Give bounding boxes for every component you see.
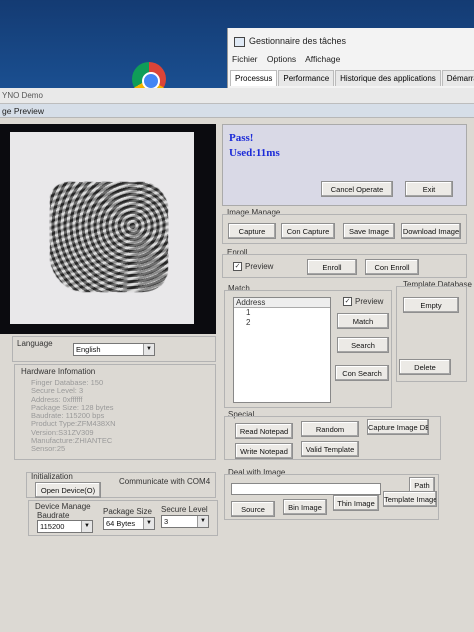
enroll-preview-label: Preview	[245, 262, 274, 271]
baudrate-value: 115200	[40, 522, 65, 531]
chevron-down-icon[interactable]: ▼	[143, 518, 154, 529]
address-item-1[interactable]: 1	[234, 308, 330, 318]
image-path-input[interactable]	[231, 483, 381, 495]
open-device-button[interactable]: Open Device(O)	[35, 482, 101, 498]
tab-performance[interactable]: Performance	[278, 70, 335, 86]
hardware-info-list: Finger Database: 150 Secure Level: 3 Add…	[31, 378, 115, 454]
tab-processus[interactable]: Processus	[230, 70, 278, 86]
chevron-down-icon[interactable]: ▼	[81, 521, 92, 532]
secure-level-label: Secure Level	[161, 505, 208, 514]
device-manage-label: Device Manage	[35, 502, 91, 511]
task-manager-title-text: Gestionnaire des tâches	[249, 36, 347, 46]
window-title: YNO Demo	[0, 88, 474, 104]
task-manager-tabs: Processus Performance Historique des app…	[230, 70, 474, 86]
menu-affichage[interactable]: Affichage	[305, 54, 340, 64]
language-select[interactable]: English ▼	[73, 343, 155, 356]
special-group: Read Notepad Random Capture Image DB Wri…	[224, 416, 441, 460]
hw-sensor: Sensor:25	[31, 444, 66, 454]
delete-button[interactable]: Delete	[399, 359, 451, 375]
baudrate-label: Baudrate	[37, 511, 70, 520]
download-image-button[interactable]: Download Image	[401, 223, 461, 239]
bin-image-button[interactable]: Bin Image	[283, 499, 327, 515]
status-time: Used:11ms	[229, 147, 280, 159]
checkbox-checked-icon[interactable]: ✓	[343, 297, 352, 307]
secure-level-value: 3	[164, 517, 169, 526]
capture-image-db-button[interactable]: Capture Image DB	[367, 419, 429, 435]
thin-image-button[interactable]: Thin Image	[333, 495, 379, 511]
task-manager-title: Gestionnaire des tâches	[234, 36, 346, 47]
communicate-status: Communicate with COM4	[119, 477, 211, 486]
secure-level-select[interactable]: 3 ▼	[161, 515, 209, 528]
status-pass: Pass!	[229, 132, 254, 144]
menu-fichier[interactable]: Fichier	[232, 54, 258, 64]
capture-button[interactable]: Capture	[228, 223, 276, 239]
enroll-group: ✓ Preview Enroll Con Enroll	[222, 254, 467, 278]
template-image-button[interactable]: Template Image	[383, 491, 437, 507]
chevron-down-icon[interactable]: ▼	[143, 344, 154, 355]
image-manage-group: Capture Con Capture Save Image Download …	[222, 214, 467, 244]
random-button[interactable]: Random	[301, 421, 359, 437]
tab-demarrage[interactable]: Démarrage	[441, 70, 474, 86]
search-button[interactable]: Search	[337, 337, 389, 353]
match-group: Address 1 2 ✓ Preview Match Search Con Se…	[224, 290, 392, 408]
con-enroll-button[interactable]: Con Enroll	[365, 259, 419, 275]
fingerprint-image	[10, 132, 194, 324]
package-size-value: 64 Bytes	[106, 519, 136, 528]
match-button[interactable]: Match	[337, 313, 389, 329]
read-notepad-button[interactable]: Read Notepad	[235, 423, 293, 439]
language-group: Language English ▼	[12, 336, 216, 362]
status-panel: Pass! Used:11ms Cancel Operate Exit	[222, 124, 467, 206]
package-size-select[interactable]: 64 Bytes ▼	[103, 517, 155, 530]
fingerprint-ridge-overlay	[50, 182, 168, 292]
fingerprint-demo-window: YNO Demo ge Preview Pass! Used:11ms Canc…	[0, 88, 474, 632]
chevron-down-icon[interactable]: ▼	[197, 516, 208, 527]
con-search-button[interactable]: Con Search	[335, 365, 389, 381]
deal-image-group: Path Source Bin Image Thin Image Templat…	[224, 474, 439, 520]
menu-options[interactable]: Options	[267, 54, 296, 64]
task-manager-icon	[234, 36, 245, 47]
template-db-group: Empty Delete	[396, 286, 467, 382]
con-capture-button[interactable]: Con Capture	[281, 223, 335, 239]
device-manage-group: Device Manage Baudrate 115200 ▼ Package …	[28, 500, 218, 536]
baudrate-select[interactable]: 115200 ▼	[37, 520, 93, 533]
match-preview-label: Preview	[355, 297, 384, 306]
initialization-group: Initialization Open Device(O) Communicat…	[26, 472, 216, 498]
hardware-info-label: Hardware Infomation	[21, 367, 96, 376]
enroll-button[interactable]: Enroll	[307, 259, 357, 275]
hardware-info-group: Hardware Infomation Finger Database: 150…	[14, 364, 216, 460]
preview-title-bar: ge Preview	[0, 104, 474, 118]
valid-template-button[interactable]: Valid Template	[301, 441, 359, 457]
match-preview-checkbox[interactable]: ✓ Preview	[343, 297, 384, 307]
language-value: English	[76, 345, 101, 354]
write-notepad-button[interactable]: Write Notepad	[235, 443, 293, 459]
address-header[interactable]: Address	[234, 298, 330, 308]
exit-button[interactable]: Exit	[405, 181, 453, 197]
save-image-button[interactable]: Save Image	[343, 223, 395, 239]
cancel-operate-button[interactable]: Cancel Operate	[321, 181, 393, 197]
task-manager-menu: Fichier Options Affichage	[232, 54, 347, 64]
enroll-preview-checkbox[interactable]: ✓ Preview	[233, 262, 274, 272]
language-label: Language	[17, 339, 53, 348]
empty-button[interactable]: Empty	[403, 297, 459, 313]
address-item-2[interactable]: 2	[234, 318, 330, 328]
address-list[interactable]: Address 1 2	[233, 297, 331, 403]
tab-historique[interactable]: Historique des applications	[335, 70, 441, 86]
package-size-label: Package Size	[103, 507, 152, 516]
checkbox-checked-icon[interactable]: ✓	[233, 262, 242, 272]
source-button[interactable]: Source	[231, 501, 275, 517]
initialization-label: Initialization	[31, 472, 73, 481]
status-text: Pass! Used:11ms	[229, 131, 280, 161]
